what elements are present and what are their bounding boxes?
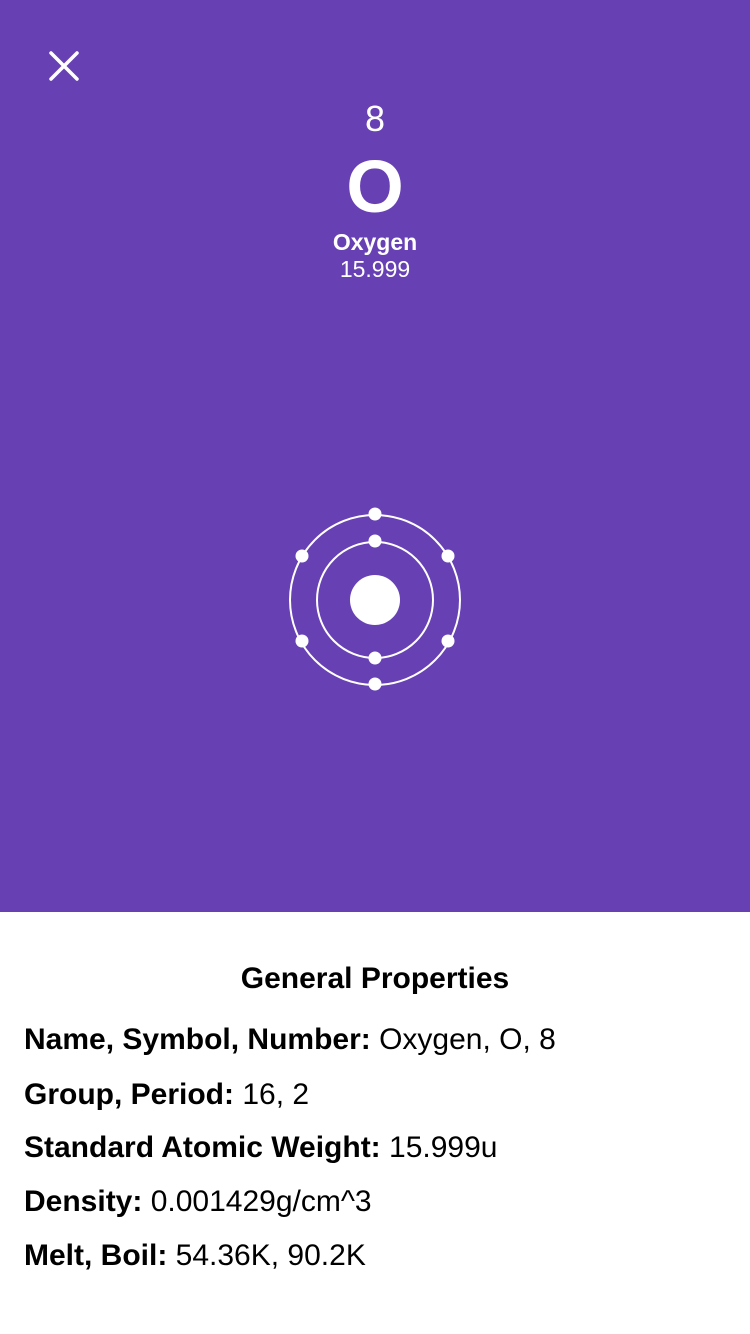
close-button[interactable]	[34, 34, 94, 94]
property-label: Standard Atomic Weight:	[24, 1131, 381, 1164]
property-row-name: Name, Symbol, Number: Oxygen, O, 8	[24, 1023, 734, 1057]
property-value: 16, 2	[242, 1078, 310, 1111]
property-value: 54.36K, 90.2K	[175, 1239, 366, 1272]
property-row-density: Density: 0.001429g/cm^3	[24, 1185, 734, 1219]
nucleus	[350, 575, 400, 625]
property-row-group: Group, Period: 16, 2	[24, 1078, 734, 1112]
element-symbol: O	[346, 145, 404, 228]
electron	[295, 549, 309, 563]
atomic-weight: 15.999	[339, 256, 411, 282]
electron	[295, 634, 309, 648]
bohr-model-icon	[289, 507, 461, 691]
atomic-number: 8	[364, 98, 386, 139]
property-value: 0.001429g/cm^3	[150, 1185, 372, 1218]
property-label: Density:	[24, 1185, 143, 1218]
close-icon[interactable]	[34, 34, 94, 94]
element-name: Oxygen	[332, 229, 418, 255]
electron	[441, 549, 455, 563]
electron	[441, 634, 455, 648]
property-value: 15.999u	[389, 1131, 498, 1164]
property-value: Oxygen, O, 8	[379, 1023, 556, 1056]
property-label: Name, Symbol, Number:	[24, 1023, 371, 1056]
property-row-weight: Standard Atomic Weight: 15.999u	[24, 1131, 734, 1165]
electron	[368, 534, 382, 548]
electron	[368, 651, 382, 665]
electron	[368, 507, 382, 521]
element-header: 8 O Oxygen 15.999	[0, 0, 750, 912]
electron	[368, 677, 382, 691]
property-label: Melt, Boil:	[24, 1239, 168, 1272]
properties-title: General Properties	[240, 962, 510, 995]
property-row-melt-boil: Melt, Boil: 54.36K, 90.2K	[24, 1239, 734, 1273]
property-label: Group, Period:	[24, 1078, 234, 1111]
general-properties-panel: General Properties Name, Symbol, Number:…	[0, 912, 750, 1334]
